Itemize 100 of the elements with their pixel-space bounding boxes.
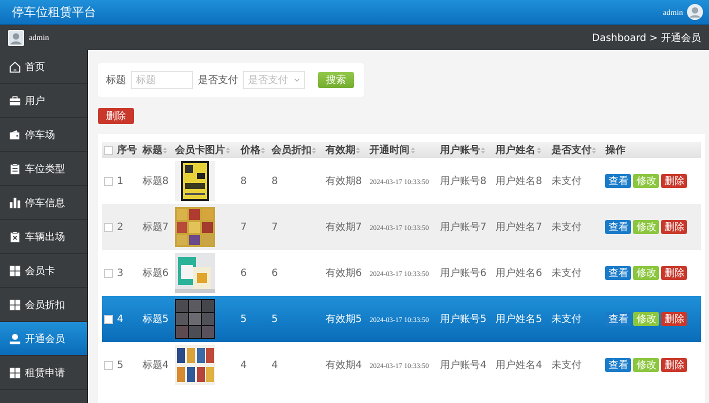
sort-icon[interactable] [163,146,168,154]
table-cell: 有效期5 [325,314,362,325]
sidebar-item[interactable]: 租赁申请 [0,356,87,390]
table-cell: 有效期4 [325,360,362,371]
table-cell: 用户账号6 [440,268,486,279]
table-cell: 6 [271,268,278,278]
table-cell: 4 [117,314,124,324]
table-cell: 用户姓名6 [496,268,542,279]
view-button[interactable]: 查看 [605,220,632,234]
table-cell: 用户姓名7 [496,222,542,233]
table-cell: 7 [240,222,247,232]
table-cell: 2 [117,222,124,232]
table-cell: 5 [240,314,247,324]
sort-icon[interactable] [481,146,486,154]
table-cell: 标题8 [142,176,169,187]
table-cell: 5 [117,360,124,370]
table-cell: 用户姓名5 [496,314,542,325]
table-cell: 用户姓名8 [496,176,542,187]
sidebar-item[interactable]: 停车场 [0,118,87,152]
table-cell: 8 [240,176,247,186]
briefcase-icon [9,94,21,106]
column-header[interactable]: 会员折扣 [271,143,312,157]
table-cell: 用户账号7 [440,222,486,233]
grid-icon [9,264,21,276]
checkbox[interactable] [104,176,113,186]
delete-button[interactable]: 删除 [661,174,688,188]
column-header[interactable]: 是否支付 [551,143,592,157]
table-cell: 4 [240,360,247,370]
field-label: 是否支付 [198,74,238,87]
grid-icon [9,366,21,378]
delete-button[interactable]: 删除 [98,108,134,124]
sidebar-item[interactable]: 会员卡 [0,254,87,288]
sidebar-item[interactable]: 车辆出场 [0,220,87,254]
user-icon [9,332,21,344]
column-header[interactable]: 用户账号 [440,143,480,157]
table-cell: 3 [117,268,124,278]
sidebar-item[interactable]: 开通会员 [0,322,87,356]
sort-icon[interactable] [226,146,230,154]
sort-icon[interactable] [312,146,316,154]
clipboard-icon [9,162,21,174]
sort-icon[interactable] [592,146,596,154]
sort-icon[interactable] [536,146,541,154]
table-cell: 未支付 [551,222,582,233]
grid-icon [9,298,21,310]
table-cell: 6 [240,268,247,278]
table-cell: 8 [271,176,278,186]
table-cell: 未支付 [551,176,582,187]
checkbox[interactable] [104,222,113,232]
view-button[interactable]: 查看 [605,358,632,372]
bar-chart-icon [9,196,21,208]
column-header[interactable]: 价格 [240,143,260,157]
sort-icon[interactable] [261,146,266,154]
sidebar-item[interactable]: 首页 [0,50,87,84]
column-header[interactable]: 开通时间 [370,143,410,157]
sidebar-item[interactable]: 用户 [0,84,87,118]
column-header[interactable]: 用户姓名 [496,143,536,157]
avatar-icon [8,30,24,46]
table-cell: 标题5 [142,314,169,325]
user-name[interactable]: admin [663,8,683,16]
delete-button[interactable]: 删除 [661,312,688,326]
table-cell: 5 [271,314,278,324]
checkbox[interactable] [104,146,113,154]
column-header[interactable]: 有效期 [325,143,356,157]
table-cell: 标题7 [142,222,169,233]
wallet-icon [9,128,21,140]
column-header: 操作 [605,144,626,157]
table-cell: 用户账号8 [440,176,486,187]
column-header[interactable]: 标题 [142,143,162,157]
table-cell: 用户姓名4 [496,360,542,371]
sort-icon[interactable] [410,146,415,154]
house-icon [9,60,21,72]
table-cell: 未支付 [551,268,582,279]
view-button[interactable]: 查看 [605,174,632,188]
avatar-icon[interactable] [687,4,703,20]
delete-button[interactable]: 删除 [661,358,688,372]
table-cell: 用户账号5 [440,314,486,325]
delete-button[interactable]: 删除 [661,266,688,280]
table-cell: 标题4 [142,360,169,371]
sort-icon[interactable] [356,146,360,154]
field-label: 标题 [106,74,126,87]
view-button[interactable]: 查看 [605,312,632,326]
checkbox[interactable] [104,314,113,324]
column-header[interactable]: 会员卡图片 [174,143,225,157]
title-input[interactable]: 标题 [131,71,193,89]
sidebar-item[interactable]: 停车信息 [0,186,87,220]
clipboard-icon [9,230,21,242]
app-title: 停车位租赁平台 [12,4,96,20]
view-button[interactable]: 查看 [605,266,632,280]
column-header: 序号 [117,143,137,157]
table-cell: 未支付 [551,314,582,325]
table-cell: 4 [271,360,278,370]
table-cell: 未支付 [551,360,582,371]
sidebar-item[interactable]: 车位类型 [0,152,87,186]
breadcrumb: Dashboard > 开通会员 [592,32,701,44]
checkbox[interactable] [104,268,113,278]
table-cell: 1 [117,176,124,186]
checkbox[interactable] [104,360,113,370]
chevron-down-icon [294,78,300,82]
user-name: admin [29,33,49,42]
delete-button[interactable]: 删除 [661,220,688,234]
